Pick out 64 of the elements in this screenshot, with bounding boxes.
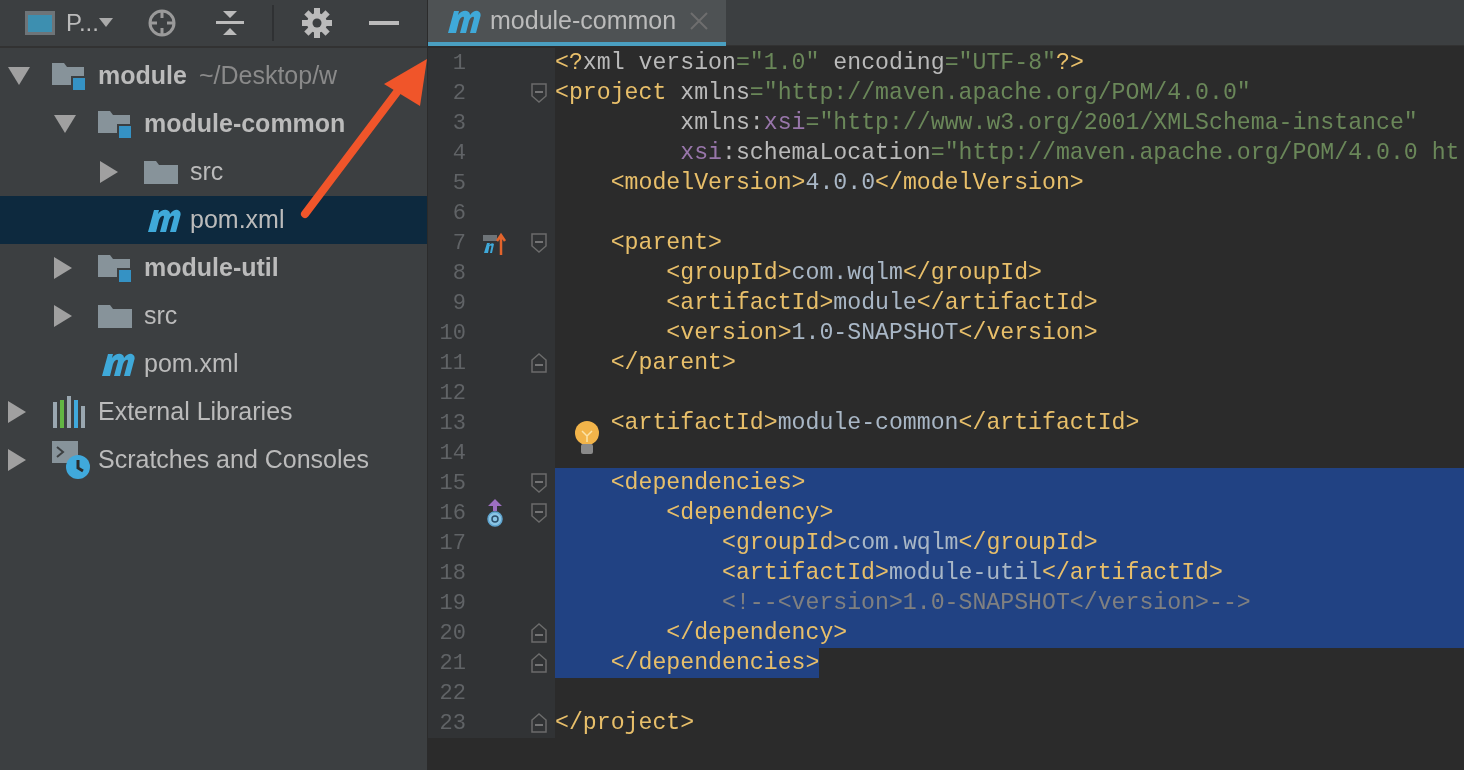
- settings-icon[interactable]: [300, 7, 333, 39]
- scratches-icon: [52, 441, 92, 479]
- item-label: src: [190, 156, 224, 188]
- item-label: module: [98, 60, 187, 92]
- item-label: External Libraries: [98, 396, 293, 428]
- tree-item[interactable]: src: [0, 148, 228, 196]
- editor-tab[interactable]: module-common: [428, 0, 727, 46]
- fold-marker-icon[interactable]: [531, 83, 547, 103]
- fold-end-icon[interactable]: [531, 713, 547, 733]
- code-line: xmlns:xsi="http://www.w3.org/2001/XMLSchema-instance": [679, 109, 1418, 138]
- expanded-arrow-icon[interactable]: [8, 67, 30, 85]
- fold-end-icon[interactable]: [531, 623, 547, 643]
- code-line: <artifactId>module-common</artifactId>: [609, 409, 1140, 438]
- fold-end-icon[interactable]: [531, 353, 547, 373]
- folder-icon: [144, 159, 178, 185]
- tree-item[interactable]: src: [0, 292, 182, 340]
- code-line: </parent>: [609, 349, 736, 378]
- fold-marker-icon[interactable]: [531, 233, 547, 253]
- fold-marker-icon[interactable]: [531, 473, 547, 493]
- item-label: src: [144, 300, 178, 332]
- module-folder-icon: [98, 109, 132, 139]
- module-folder-icon: [52, 61, 86, 91]
- code-line: <version>1.0-SNAPSHOT</version>: [665, 319, 1098, 348]
- collapsed-arrow-icon[interactable]: [8, 401, 26, 423]
- code-line: <artifactId>module</artifactId>: [665, 289, 1098, 318]
- item-path: ~/Desktop/w: [198, 60, 338, 92]
- tree-item[interactable]: module-common: [0, 100, 350, 148]
- tree-item[interactable]: module-util: [0, 244, 283, 292]
- tree-item[interactable]: pom.xml: [0, 340, 243, 388]
- code-line: xsi:schemaLocation="http://maven.apache.org/POM/4.0.0 ht: [679, 139, 1460, 168]
- fold-marker-icon[interactable]: [531, 503, 547, 523]
- item-label: module-common: [144, 108, 346, 140]
- maven-parent-icon[interactable]: [483, 231, 507, 255]
- item-label: module-util: [144, 252, 279, 284]
- collapsed-arrow-icon[interactable]: [54, 257, 72, 279]
- code-line: <groupId>com.wqlm</groupId>: [665, 259, 1043, 288]
- code-line: <project xmlns="http://maven.apache.org/POM/4.0.0": [555, 79, 1251, 108]
- libraries-icon: [52, 396, 88, 428]
- code-line: <parent>: [609, 229, 722, 258]
- module-folder-icon: [98, 253, 132, 283]
- tree-item[interactable]: module ~/Desktop/w: [0, 52, 342, 100]
- expanded-arrow-icon[interactable]: [54, 115, 76, 133]
- item-label: Scratches and Consoles: [98, 444, 369, 476]
- collapsed-arrow-icon[interactable]: [54, 305, 72, 327]
- view-dropdown[interactable]: P...: [66, 5, 113, 41]
- item-label: pom.xml: [144, 348, 239, 380]
- tree-item[interactable]: pom.xml: [0, 196, 427, 244]
- tree-item[interactable]: Scratches and Consoles: [0, 436, 373, 484]
- collapsed-arrow-icon[interactable]: [100, 161, 118, 183]
- collapse-all-icon[interactable]: [214, 8, 245, 38]
- lightbulb-icon[interactable]: [573, 420, 601, 456]
- project-view-icon[interactable]: [24, 10, 56, 36]
- folder-icon: [98, 303, 132, 329]
- crosshair-icon[interactable]: [146, 8, 177, 38]
- item-label: pom.xml: [190, 204, 285, 236]
- fold-end-icon[interactable]: [531, 653, 547, 673]
- code-line: <?xml version="1.0" encoding="UTF-8"?>: [555, 49, 1084, 78]
- code-line: <modelVersion>4.0.0</modelVersion>: [609, 169, 1084, 198]
- minimize-icon[interactable]: [368, 21, 399, 25]
- dependency-icon[interactable]: [486, 499, 504, 527]
- tree-item[interactable]: External Libraries: [0, 388, 297, 436]
- collapsed-arrow-icon[interactable]: [8, 449, 26, 471]
- caret-icon: [98, 18, 113, 28]
- code-line: </project>: [555, 709, 695, 738]
